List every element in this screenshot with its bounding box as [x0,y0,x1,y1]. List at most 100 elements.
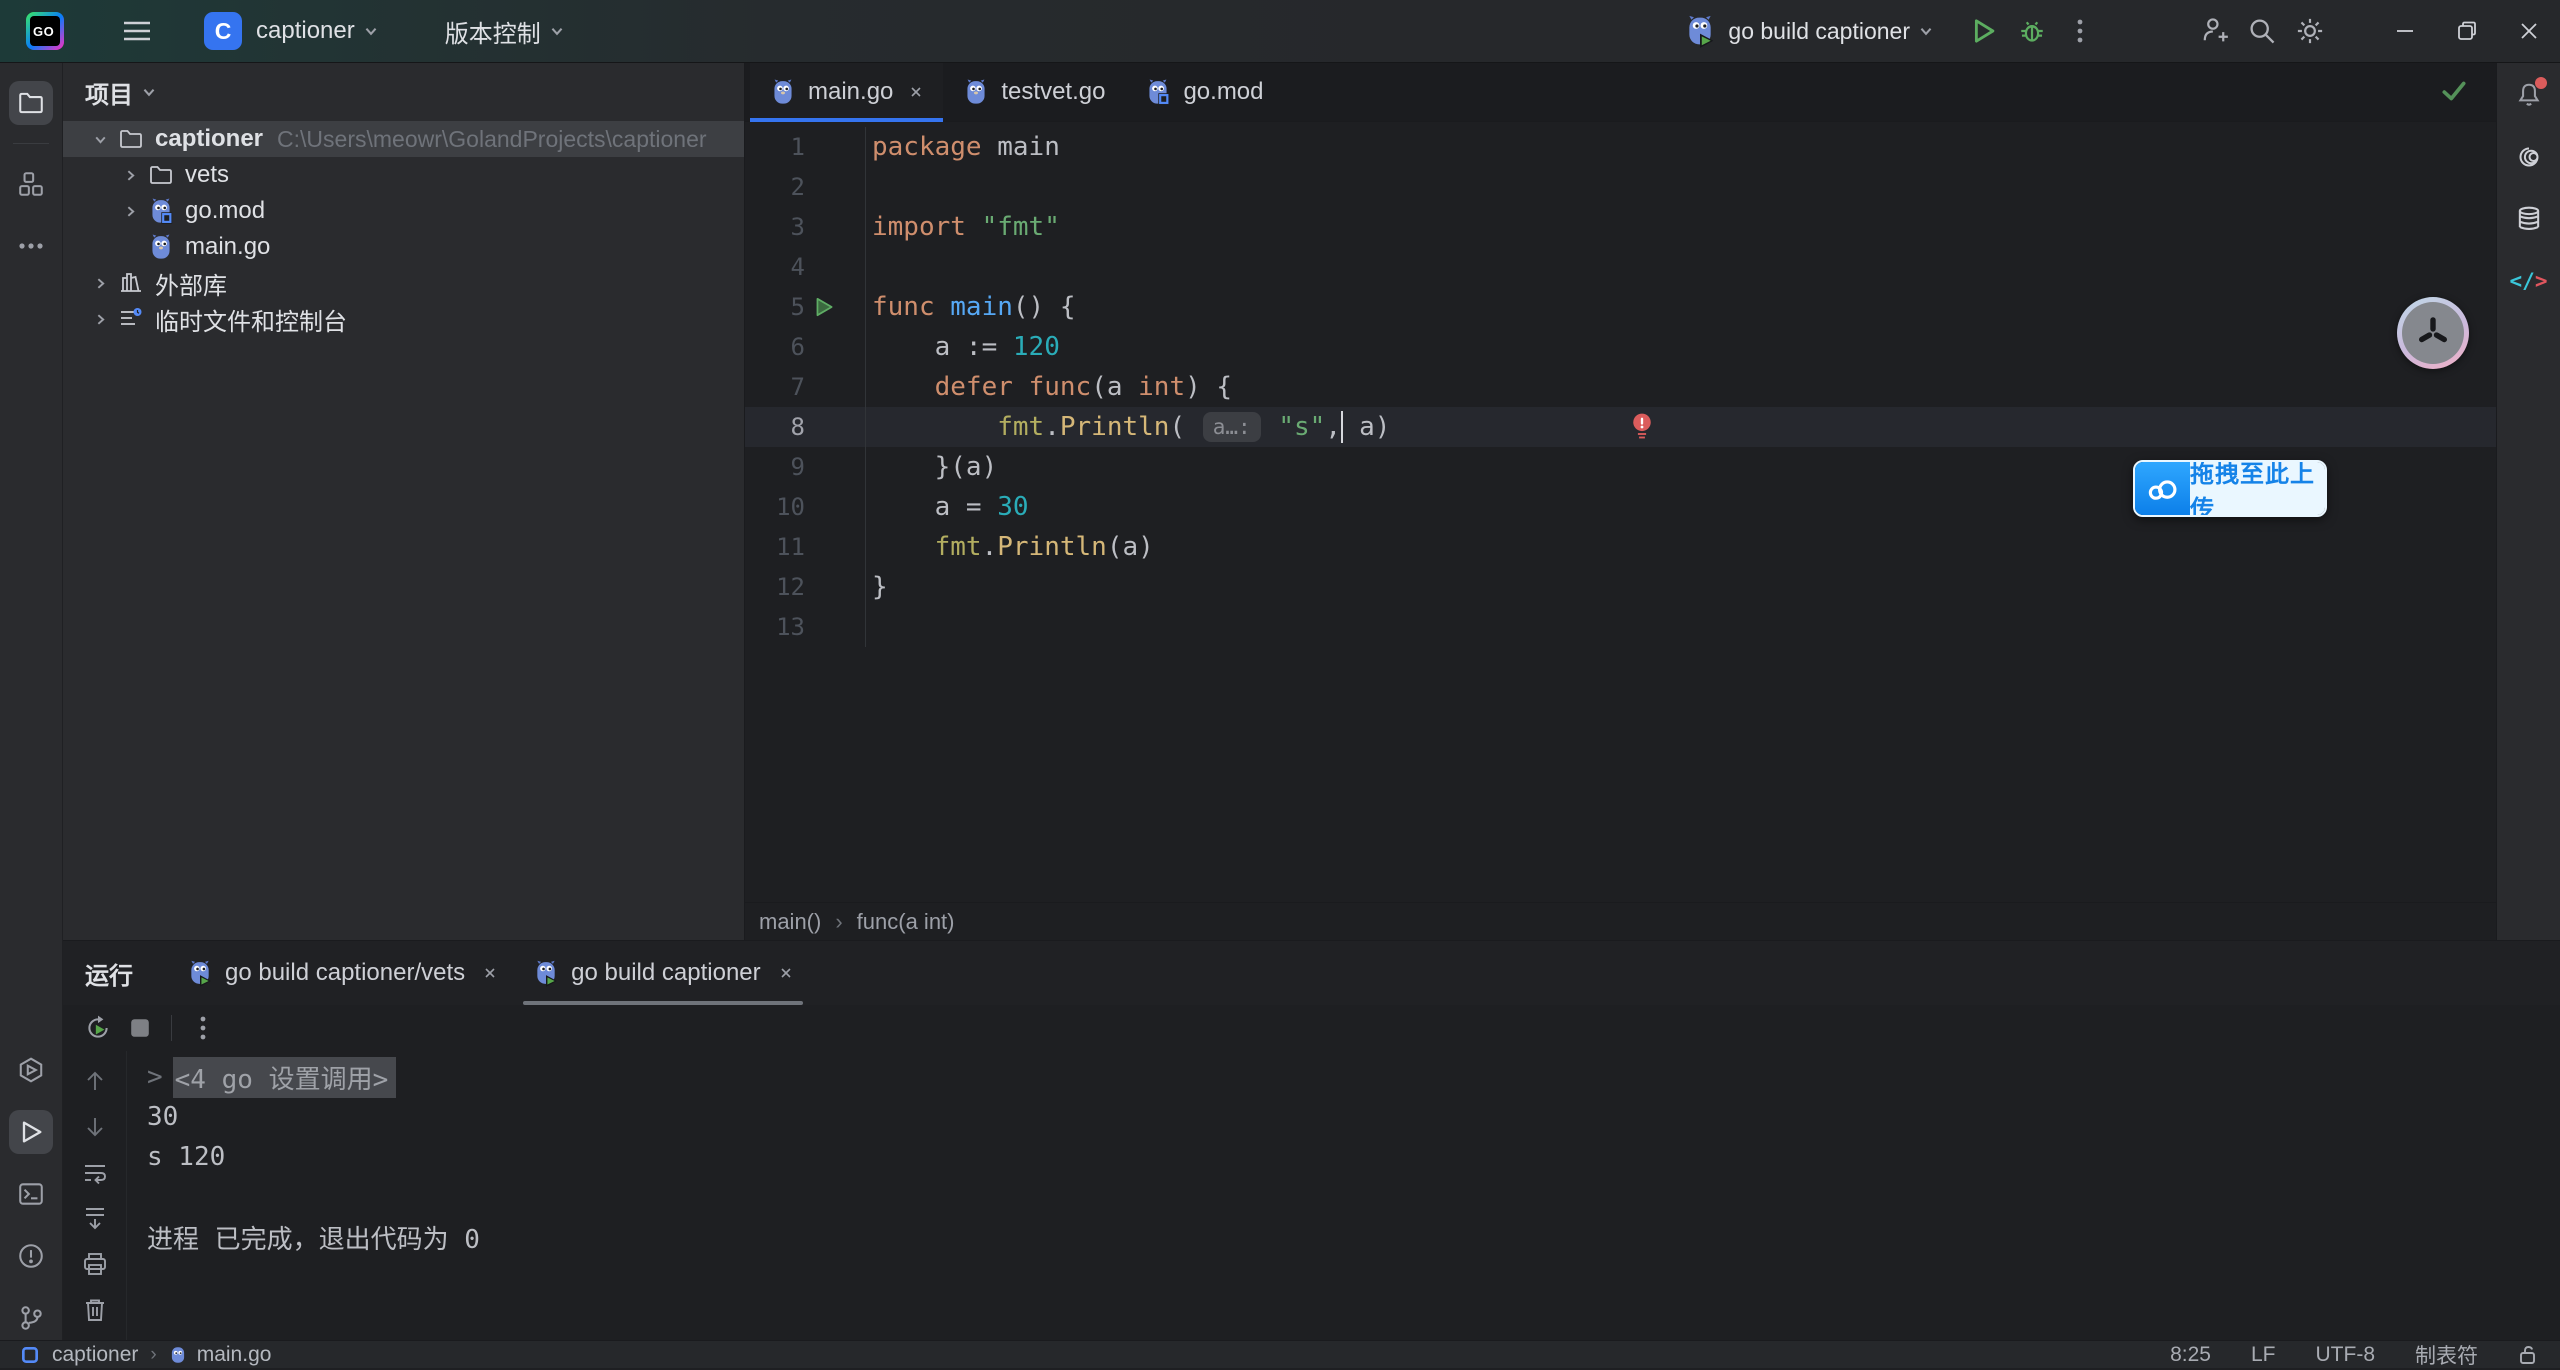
run-tab-go-build-captioner-vets[interactable]: go build captioner/vets [169,941,515,1005]
notifications-button[interactable] [2507,73,2551,117]
close-tab-button[interactable] [779,966,793,980]
code-line-7[interactable]: 7 defer func(a int) { [745,367,2496,407]
debug-button[interactable] [2008,9,2056,53]
intention-bulb[interactable] [1631,413,1653,441]
line-number[interactable]: 7 [745,373,805,401]
line-number[interactable]: 12 [745,573,805,601]
statusbar-file[interactable]: main.go [197,1343,272,1367]
tree-item-captioner[interactable]: captionerC:\Users\meowr\GolandProjects\c… [63,121,744,157]
restore-button[interactable] [2436,0,2498,63]
line-number[interactable]: 2 [745,173,805,201]
editor-tab-main-go[interactable]: main.go [750,63,943,121]
indent-style[interactable]: 制表符 [2415,1340,2478,1370]
line-number[interactable]: 5 [745,293,805,321]
close-tab-icon[interactable] [909,85,923,99]
close-window-button[interactable] [2498,0,2560,63]
run-tab-go-build-captioner[interactable]: go build captioner [515,941,810,1005]
go-icon [963,78,989,106]
tree-item---------[interactable]: 临时文件和控制台 [63,301,744,337]
more-tool-windows-button[interactable] [9,224,53,268]
line-number[interactable]: 1 [745,133,805,161]
inspections-ok-icon[interactable] [2440,77,2468,105]
editor-tab-testvet-go[interactable]: testvet.go [943,63,1125,121]
code-line-4[interactable]: 4 [745,247,2496,287]
stop-button[interactable] [119,1008,161,1048]
tree-item----[interactable]: 外部库 [63,265,744,301]
close-tab-button[interactable] [483,966,497,980]
line-number[interactable]: 4 [745,253,805,281]
services-tool-button[interactable] [9,1048,53,1092]
settings-button[interactable] [2286,9,2334,53]
line-ending[interactable]: LF [2251,1343,2276,1367]
close-tab-icon[interactable] [483,966,497,980]
code-line-8[interactable]: 8 fmt.Println( a…: "s", a) [745,407,2496,447]
code-with-me-button[interactable] [2190,9,2238,53]
tree-item-go-mod[interactable]: go.mod [63,193,744,229]
more-actions-button[interactable] [2056,9,2104,53]
file-encoding[interactable]: UTF-8 [2316,1343,2376,1367]
structure-tool-button[interactable] [9,162,53,206]
project-panel-header[interactable]: 项目 [63,63,744,121]
tree-expand-toggle[interactable] [85,132,115,147]
editor-tab-go-mod[interactable]: go.mod [1125,63,1283,121]
line-number[interactable]: 11 [745,533,805,561]
run-button[interactable] [1960,9,2008,53]
line-number[interactable]: 6 [745,333,805,361]
print-button[interactable] [74,1248,116,1280]
console-line: 进程 已完成，退出代码为 0 [147,1217,2560,1257]
code-line-11[interactable]: 11 fmt.Println(a) [745,527,2496,567]
soft-wrap-button[interactable] [74,1157,116,1189]
tree-expand-toggle[interactable] [115,168,145,183]
tree-expand-toggle[interactable] [115,204,145,219]
unlock-icon[interactable] [2518,1344,2538,1366]
code-line-5[interactable]: 5func main() { [745,287,2496,327]
tree-item-vets[interactable]: vets [63,157,744,193]
terminal-tool-button[interactable] [9,1172,53,1216]
code-line-12[interactable]: 12} [745,567,2496,607]
project-widget[interactable]: C captioner [162,9,389,53]
prev-occurrence-button[interactable] [74,1065,116,1097]
code-line-3[interactable]: 3import "fmt" [745,207,2496,247]
project-tool-button[interactable] [9,81,53,125]
run-more-options-button[interactable] [182,1008,224,1048]
code-line-13[interactable]: 13 [745,607,2496,647]
line-number[interactable]: 8 [745,413,805,441]
console-expand-toggle[interactable]: > [147,1062,163,1092]
breadcrumb-item[interactable]: func(a int) [857,909,955,935]
run-configuration-widget[interactable]: go build captioner [1684,14,1934,48]
code-line-2[interactable]: 2 [745,167,2496,207]
run-line-icon[interactable] [812,295,836,319]
line-number[interactable]: 9 [745,453,805,481]
breadcrumb-item[interactable]: main() [759,909,821,935]
minimize-button[interactable] [2374,0,2436,63]
line-number[interactable]: 10 [745,493,805,521]
ai-assistant-button[interactable] [2507,135,2551,179]
intention-bulb-icon[interactable] [1631,413,1653,441]
next-occurrence-button[interactable] [74,1111,116,1143]
tree-item-main-go[interactable]: main.go [63,229,744,265]
vcs-widget[interactable]: 版本控制 [435,9,575,53]
drag-upload-widget[interactable]: 拖拽至此上传 [2133,460,2327,517]
clear-console-button[interactable] [74,1294,116,1326]
run-tool-button[interactable] [9,1110,53,1154]
close-tab-icon[interactable] [779,966,793,980]
endpoints-button[interactable]: </> [2507,259,2551,303]
scroll-to-end-button[interactable] [74,1202,116,1234]
floating-assistant-widget[interactable] [2397,297,2469,369]
code-line-1[interactable]: 1package main [745,127,2496,167]
close-tab-button[interactable] [909,85,923,99]
git-tool-button[interactable] [9,1296,53,1340]
caret-position[interactable]: 8:25 [2170,1343,2211,1367]
code-line-6[interactable]: 6 a := 120 [745,327,2496,367]
problems-tool-button[interactable] [9,1234,53,1278]
line-number[interactable]: 13 [745,613,805,641]
database-button[interactable] [2507,197,2551,241]
main-menu-button[interactable] [112,9,162,53]
tree-expand-toggle[interactable] [85,312,115,327]
search-everywhere-button[interactable] [2238,9,2286,53]
console-output[interactable]: ><4 go 设置调用>30s 120进程 已完成，退出代码为 0 [127,1051,2560,1340]
line-number[interactable]: 3 [745,213,805,241]
rerun-button[interactable] [77,1008,119,1048]
statusbar-project[interactable]: captioner [52,1343,138,1367]
tree-expand-toggle[interactable] [85,276,115,291]
